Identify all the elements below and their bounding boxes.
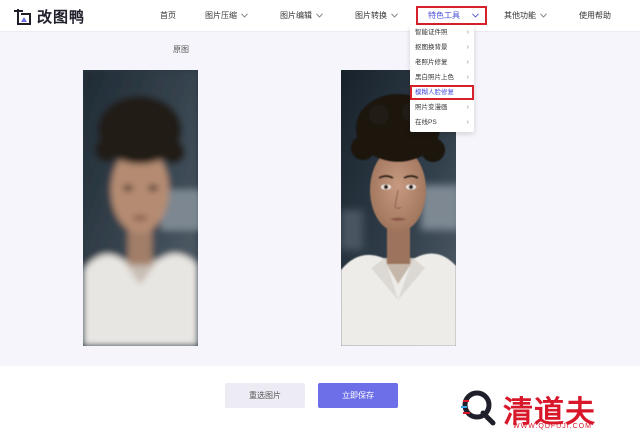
logo[interactable]: 改图鸭 xyxy=(12,6,85,27)
menu-item-id-photo-label: 智能证件照 xyxy=(415,29,448,36)
special-tools-dropdown: 智能证件照 › 抠图换背景 › 老照片修复 › 黑白照片上色 › 模糊人脸修复 … xyxy=(410,25,474,132)
nav-home-label: 首页 xyxy=(160,11,176,20)
nav-home[interactable]: 首页 xyxy=(160,10,176,21)
nav-image-edit-label: 图片编辑 xyxy=(280,11,312,20)
nav-image-compress[interactable]: 图片压缩 xyxy=(205,10,248,21)
nav-help-label: 使用帮助 xyxy=(579,11,611,20)
nav-image-convert-label: 图片转换 xyxy=(355,11,387,20)
nav-special-tools[interactable]: 特色工具 xyxy=(416,6,487,25)
portrait-blurred xyxy=(83,70,198,346)
menu-item-online-ps-label: 在线PS xyxy=(415,119,437,126)
chevron-right-icon: › xyxy=(466,119,469,126)
menu-item-old-photo-repair[interactable]: 老照片修复 › xyxy=(410,55,474,70)
nav-special-tools-label: 特色工具 xyxy=(428,11,460,20)
nav-image-compress-label: 图片压缩 xyxy=(205,11,237,20)
menu-item-cutout-background[interactable]: 抠图换背景 › xyxy=(410,40,474,55)
chevron-right-icon: › xyxy=(466,104,469,111)
top-nav: 改图鸭 首页 图片压缩 图片编辑 图片转换 特色工具 其他功能 使用帮助 xyxy=(0,0,640,32)
original-image-label: 原图 xyxy=(173,45,189,54)
watermark: 清道夫 WWW.QDFUJI.COM xyxy=(455,385,635,435)
logo-icon xyxy=(14,8,31,25)
save-now-button[interactable]: 立即保存 xyxy=(318,383,398,408)
chevron-down-icon xyxy=(472,13,479,18)
brand-name: 改图鸭 xyxy=(37,9,86,26)
nav-other-features-label: 其他功能 xyxy=(504,11,536,20)
menu-item-blurry-face-repair-label: 模糊人脸修复 xyxy=(415,89,454,96)
chevron-right-icon: › xyxy=(466,29,469,36)
menu-item-colorize-label: 黑白照片上色 xyxy=(415,74,454,81)
nav-image-convert[interactable]: 图片转换 xyxy=(355,10,398,21)
chevron-down-icon xyxy=(316,13,323,18)
menu-item-colorize[interactable]: 黑白照片上色 › xyxy=(410,70,474,85)
chevron-right-icon: › xyxy=(466,44,469,51)
nav-image-edit[interactable]: 图片编辑 xyxy=(280,10,323,21)
chevron-down-icon xyxy=(241,13,248,18)
watermark-url: WWW.QDFUJI.COM xyxy=(513,423,592,430)
watermark-logo-icon xyxy=(461,390,496,426)
original-photo xyxy=(83,70,198,346)
nav-other-features[interactable]: 其他功能 xyxy=(504,10,547,21)
chevron-down-icon xyxy=(540,13,547,18)
chevron-down-icon xyxy=(391,13,398,18)
nav-help[interactable]: 使用帮助 xyxy=(579,10,611,21)
app-page: 改图鸭 首页 图片压缩 图片编辑 图片转换 特色工具 其他功能 使用帮助 原图 … xyxy=(0,0,640,435)
menu-item-cutout-background-label: 抠图换背景 xyxy=(415,44,448,51)
menu-item-old-photo-repair-label: 老照片修复 xyxy=(415,59,448,66)
reselect-image-button[interactable]: 重选图片 xyxy=(225,383,305,408)
menu-item-photo-to-cartoon[interactable]: 照片变漫画 › xyxy=(410,100,474,115)
chevron-right-icon: › xyxy=(466,74,469,81)
menu-item-blurry-face-repair[interactable]: 模糊人脸修复 xyxy=(410,85,474,100)
menu-item-online-ps[interactable]: 在线PS › xyxy=(410,115,474,130)
menu-item-photo-to-cartoon-label: 照片变漫画 xyxy=(415,104,448,111)
chevron-right-icon: › xyxy=(466,59,469,66)
menu-item-id-photo[interactable]: 智能证件照 › xyxy=(410,25,474,40)
